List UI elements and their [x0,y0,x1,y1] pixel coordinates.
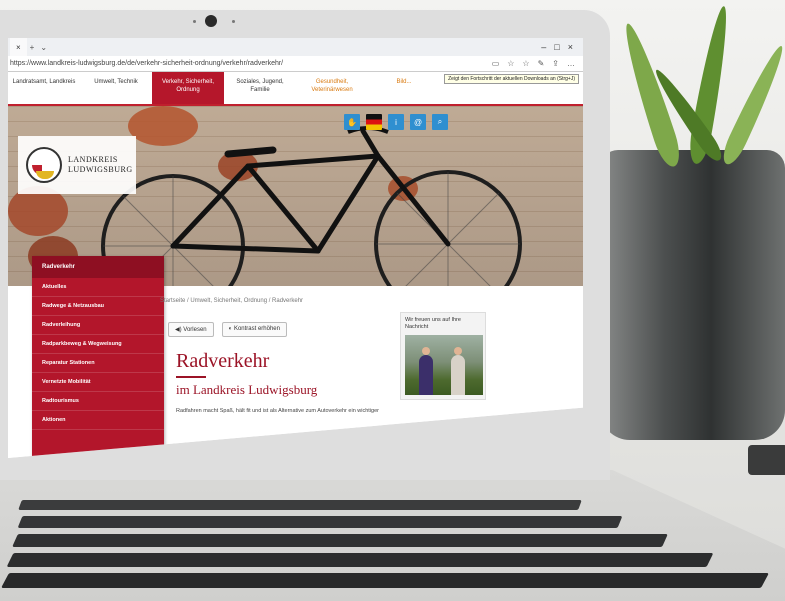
sidebar-item-radtourismus[interactable]: Radtourismus [32,392,164,411]
maximize-button[interactable]: □ [554,42,559,52]
page-subtitle: im Landkreis Ludwigsburg [176,382,318,397]
read-aloud-button[interactable]: ◀) Vorlesen [168,322,214,337]
browser-titlebar: × + ⌄ – □ × [8,38,583,56]
info-icon[interactable]: i [388,114,404,130]
contact-teaser[interactable]: Wir freuen uns auf Ihre Nachricht [400,312,486,400]
county-logo[interactable]: LANDKREIS LUDWIGSBURG [18,136,136,194]
reading-view-icon[interactable]: ▭ [492,59,500,68]
contact-icon[interactable]: @ [410,114,426,130]
contrast-button[interactable]: ◐ Kontrast erhöhen [221,322,287,337]
sidebar-item-aktionen[interactable]: Aktionen [32,411,164,430]
notes-icon[interactable]: ✎ [538,59,545,68]
scene: × + ⌄ – □ × https://www.landkreis-ludwig… [0,0,785,601]
nav-item-gesundheit[interactable]: Gesundheit, Veterinärwesen [296,72,368,104]
new-tab-button[interactable]: + [27,43,38,52]
sidebar-item-reparatur[interactable]: Reparatur Stationen [32,354,164,373]
window-controls: – □ × [541,42,583,52]
close-window-button[interactable]: × [568,42,573,52]
favorite-star-icon[interactable]: ☆ [507,59,514,68]
language-flag-icon[interactable] [366,114,382,130]
nav-item-soziales[interactable]: Soziales, Jugend, Familie [224,72,296,104]
more-icon[interactable]: … [567,59,575,68]
address-bar[interactable]: https://www.landkreis-ludwigsburg.de/de/… [8,56,583,72]
sign-language-icon[interactable]: ✋ [344,114,360,130]
phone-on-desk [748,445,785,475]
page-actions: ◀) Vorlesen ◐ Kontrast erhöhen [168,322,287,337]
sidebar-title[interactable]: Radverkehr [32,256,164,278]
minimize-button[interactable]: – [541,42,546,52]
favorites-hub-icon[interactable]: ☆ [522,59,529,68]
service-icons: ✋ i @ ⌕ [344,114,448,130]
search-icon[interactable]: ⌕ [432,114,448,130]
sidebar-item-wegweisung[interactable]: Radparkbeweg & Wegweisung [32,335,164,354]
county-seal-icon [26,147,62,183]
teaser-title: Wir freuen uns auf Ihre Nachricht [405,317,461,330]
nav-item-landratsamt[interactable]: Landratsamt, Landkreis [8,72,80,104]
plant-pot [600,150,785,440]
nav-item-bildung[interactable]: Bild... [368,72,440,104]
section-sidebar: Radverkehr Aktuelles Radwege & Netzausba… [32,256,164,458]
share-icon[interactable]: ⇪ [552,59,559,68]
tab-menu-button[interactable]: ⌄ [37,43,50,52]
laptop-screen: × + ⌄ – □ × https://www.landkreis-ludwig… [8,38,583,458]
laptop-lid: × + ⌄ – □ × https://www.landkreis-ludwig… [0,10,610,480]
page-content: Radverkehr Aktuelles Radwege & Netzausba… [8,256,583,458]
nav-item-verkehr[interactable]: Verkehr, Sicherheit, Ordnung [152,72,224,104]
contrast-icon: ◐ [228,326,233,332]
nav-item-umwelt[interactable]: Umwelt, Technik [80,72,152,104]
webcam [205,15,217,27]
downloads-tooltip: Zeigt den Fortschritt der aktuellen Down… [444,74,579,84]
url-text[interactable]: https://www.landkreis-ludwigsburg.de/de/… [10,60,283,67]
plant-leaf [718,42,785,168]
speaker-icon: ◀) [175,327,182,333]
tab-close-icon[interactable]: × [16,43,21,52]
lead-text: Radfahren macht Spaß, hält fit und ist a… [176,408,379,414]
breadcrumb[interactable]: Startseite / Umwelt, Sicherheit, Ordnung… [160,298,303,304]
site-main-nav: Landratsamt, Landkreis Umwelt, Technik V… [8,72,583,106]
sidebar-item-radwege[interactable]: Radwege & Netzausbau [32,297,164,316]
keyboard [0,492,785,601]
sidebar-item-mobilitaet[interactable]: Vernetzte Mobilität [32,373,164,392]
page-title: Radverkehr [176,350,270,372]
toolbar-icons: ▭ ☆ ☆ ✎ ⇪ … [492,59,583,68]
logo-wordmark: LANDKREIS LUDWIGSBURG [68,155,133,174]
teaser-photo [405,335,483,395]
sidebar-item-radverleihung[interactable]: Radverleihung [32,316,164,335]
sidebar-item-aktuelles[interactable]: Aktuelles [32,278,164,297]
title-rule [176,376,206,378]
browser-tab[interactable]: × [10,38,27,56]
